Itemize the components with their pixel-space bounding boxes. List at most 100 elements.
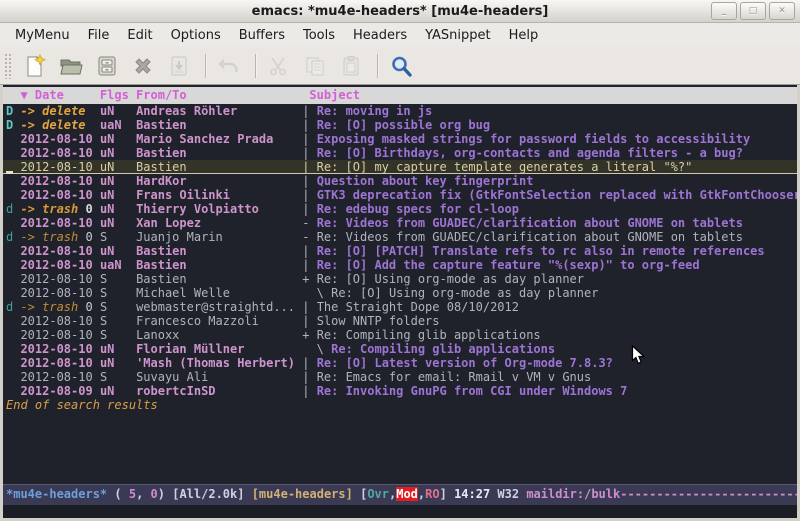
text-segment: uN bbox=[100, 202, 136, 216]
toolbar-new-file-button[interactable] bbox=[20, 51, 54, 81]
text-segment: 5 bbox=[129, 487, 136, 501]
message-row[interactable]: 2012-08-10 uN Florian Müllner \ Re: Comp… bbox=[3, 342, 797, 356]
text-segment: ----------------------------------------… bbox=[620, 487, 797, 501]
text-segment: Florian Müllner bbox=[136, 342, 302, 356]
message-row-selected[interactable]: 2012-08-10 uN Bastien | Re: [O] my captu… bbox=[3, 160, 797, 174]
mode-line[interactable]: *mu4e-headers* ( 5, 0) [All/2.0k] [mu4e-… bbox=[3, 484, 797, 505]
message-row[interactable]: d -> trash 0 S webmaster@straightd... | … bbox=[3, 300, 797, 314]
text-segment bbox=[6, 384, 20, 398]
text-segment: 2012-08-10 bbox=[20, 356, 99, 370]
text-segment: Re: [O] possible org bug bbox=[317, 118, 490, 132]
text-segment: 2012-08-10 bbox=[20, 328, 99, 342]
save-as-icon bbox=[167, 54, 191, 78]
message-row[interactable]: 2012-08-10 S Suvayu Ali | Re: Emacs for … bbox=[3, 370, 797, 384]
text-segment: HardKor bbox=[136, 174, 302, 188]
text-segment: Re: Invoking GnuPG from CGI under Window… bbox=[317, 384, 628, 398]
toolbar-grip-handle[interactable] bbox=[4, 53, 13, 79]
text-segment: Suvayu Ali bbox=[136, 370, 302, 384]
text-segment: Re: moving in js bbox=[317, 104, 433, 118]
menu-item-help[interactable]: Help bbox=[500, 26, 548, 45]
menu-item-buffers[interactable]: Buffers bbox=[230, 26, 294, 45]
menu-item-yasnippet[interactable]: YASnippet bbox=[416, 26, 500, 45]
text-segment: Bastien bbox=[136, 146, 302, 160]
menu-item-file[interactable]: File bbox=[79, 26, 119, 45]
text-segment: -> trash bbox=[20, 202, 78, 216]
message-row[interactable]: D -> delete uN Andreas Röhler | Re: movi… bbox=[3, 104, 797, 118]
toolbar-separator bbox=[205, 54, 207, 78]
text-segment: uN bbox=[100, 146, 136, 160]
maximize-button[interactable]: □ bbox=[740, 2, 766, 20]
toolbar-search-button[interactable] bbox=[386, 51, 420, 81]
toolbar-open-folder-button[interactable] bbox=[56, 51, 90, 81]
paste-icon bbox=[339, 54, 363, 78]
menu-item-tools[interactable]: Tools bbox=[294, 26, 344, 45]
text-segment: *mu4e-headers* bbox=[6, 487, 107, 501]
text-segment: ) bbox=[158, 487, 172, 501]
message-row[interactable]: 2012-08-10 uN Frans Oilinki | GTK3 depre… bbox=[3, 188, 797, 202]
text-segment: 2012-08-10 bbox=[20, 216, 99, 230]
toolbar-save-button[interactable] bbox=[92, 51, 126, 81]
text-segment bbox=[6, 328, 20, 342]
text-segment bbox=[6, 188, 20, 202]
text-segment: S bbox=[100, 300, 136, 314]
text-segment: 0 bbox=[151, 487, 158, 501]
text-segment: Juanjo Marin bbox=[136, 230, 302, 244]
text-segment: uN bbox=[100, 384, 136, 398]
text-segment: 0 bbox=[78, 300, 100, 314]
message-row[interactable]: 2012-08-10 uN 'Mash (Thomas Herbert) | R… bbox=[3, 356, 797, 370]
text-segment: S bbox=[100, 272, 136, 286]
text-segment: Re: Emacs for email: Rmail v VM v Gnus bbox=[317, 370, 592, 384]
text-segment: webmaster@straightd... bbox=[136, 300, 302, 314]
message-row[interactable]: 2012-08-10 uN HardKor | Question about k… bbox=[3, 174, 797, 188]
message-row[interactable]: 2012-08-09 uN robertcInSD | Re: Invoking… bbox=[3, 384, 797, 398]
text-segment: uN bbox=[100, 342, 136, 356]
menu-item-mymenu[interactable]: MyMenu bbox=[6, 26, 79, 45]
text-segment: Re: Videos from GUADEC/clarification abo… bbox=[317, 216, 743, 230]
text-segment bbox=[85, 118, 99, 132]
text-segment bbox=[6, 342, 20, 356]
text-segment: -> trash bbox=[20, 300, 78, 314]
minimize-button[interactable]: _ bbox=[711, 2, 737, 20]
text-segment: Re: [O] Add the capture feature "%(sexp)… bbox=[317, 258, 700, 272]
menu-item-edit[interactable]: Edit bbox=[118, 26, 161, 45]
message-row[interactable]: 2012-08-10 S Bastien + Re: [O] Using org… bbox=[3, 272, 797, 286]
close-button[interactable]: ✕ bbox=[769, 2, 795, 20]
message-row[interactable]: 2012-08-10 uN Bastien | Re: [O] Birthday… bbox=[3, 146, 797, 160]
message-row[interactable]: D -> delete uaN Bastien | Re: [O] possib… bbox=[3, 118, 797, 132]
text-segment: S bbox=[100, 230, 136, 244]
text-segment: maildir:/bulk bbox=[526, 487, 620, 501]
text-segment: Re: edebug specs for cl-loop bbox=[317, 202, 519, 216]
text-segment bbox=[6, 216, 20, 230]
text-segment: Mario Sanchez Prada bbox=[136, 132, 302, 146]
text-segment: 2012-08-10 bbox=[20, 314, 99, 328]
message-row[interactable]: 2012-08-10 S Michael Welle \ Re: [O] Usi… bbox=[3, 286, 797, 300]
title-bar[interactable]: emacs: *mu4e-headers* [mu4e-headers] _□✕ bbox=[0, 0, 800, 23]
text-segment: [All/2.0k] bbox=[172, 487, 251, 501]
text-segment: Slow NNTP folders bbox=[317, 314, 440, 328]
message-row[interactable]: 2012-08-10 S Lanoxx + Re: Compiling glib… bbox=[3, 328, 797, 342]
message-row[interactable]: 2012-08-10 uN Xan Lopez - Re: Videos fro… bbox=[3, 216, 797, 230]
message-row[interactable]: 2012-08-10 uN Mario Sanchez Prada | Expo… bbox=[3, 132, 797, 146]
toolbar bbox=[0, 47, 800, 85]
toolbar-close-buffer-button[interactable] bbox=[128, 51, 162, 81]
text-segment bbox=[6, 174, 20, 188]
message-row[interactable]: 2012-08-10 uN Bastien | Re: [O] [PATCH] … bbox=[3, 244, 797, 258]
menu-item-options[interactable]: Options bbox=[162, 26, 230, 45]
message-row[interactable]: 2012-08-10 S Francesco Mazzoli | Slow NN… bbox=[3, 314, 797, 328]
text-segment: 2012-08-10 bbox=[20, 258, 99, 272]
message-row[interactable]: d -> trash 0 S Juanjo Marin - Re: Videos… bbox=[3, 230, 797, 244]
message-row[interactable]: 2012-08-10 uaN Bastien | Re: [O] Add the… bbox=[3, 258, 797, 272]
buffer-empty-area bbox=[3, 412, 797, 484]
text-segment: Ovr bbox=[367, 487, 389, 501]
open-folder-icon bbox=[59, 54, 83, 78]
menu-item-headers[interactable]: Headers bbox=[344, 26, 416, 45]
message-row[interactable]: d -> trash 0 uN Thierry Volpiatto | Re: … bbox=[3, 202, 797, 216]
text-segment: W32 bbox=[490, 487, 526, 501]
text-segment: Bastien bbox=[136, 272, 302, 286]
text-segment: 2012-08-10 bbox=[20, 132, 99, 146]
save-icon bbox=[95, 54, 119, 78]
text-segment: Bastien bbox=[136, 244, 302, 258]
minimize-icon: _ bbox=[722, 7, 727, 16]
text-segment: - bbox=[302, 216, 316, 230]
minibuffer[interactable] bbox=[3, 505, 797, 518]
